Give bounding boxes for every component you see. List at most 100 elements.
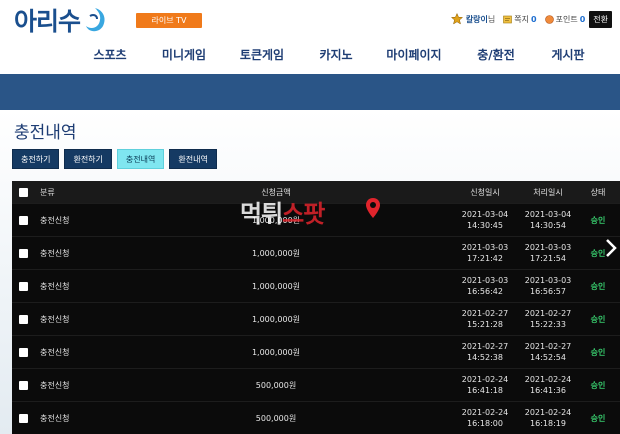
- row-amount: 1,000,000원: [251, 249, 301, 258]
- table-row: 충전신청 1,000,000원 2021-02-27 14:52:38 2021-02-…: [12, 335, 620, 368]
- row-type: 충전신청: [40, 216, 70, 225]
- row-request-datetime: 2021-02-27 15:21:28: [462, 308, 509, 330]
- row-checkbox[interactable]: [19, 381, 28, 390]
- star-icon: [450, 13, 463, 25]
- row-status: 승인: [590, 216, 606, 225]
- row-type: 충전신청: [40, 348, 70, 357]
- row-request-date: 2021-02-27: [461, 342, 509, 351]
- nickname-text: 칼랑이: [465, 14, 488, 24]
- row-checkbox[interactable]: [19, 282, 28, 291]
- top-banner: [0, 74, 620, 110]
- nav-token-game[interactable]: 토큰게임: [240, 46, 284, 63]
- select-all-checkbox[interactable]: [19, 188, 28, 197]
- points-link[interactable]: 포인트 0: [544, 14, 585, 25]
- row-amount: 1,000,000원: [251, 348, 301, 357]
- row-type: 충전신청: [40, 381, 70, 390]
- row-type: 충전신청: [40, 315, 70, 324]
- row-amount: 1,000,000원: [251, 216, 301, 225]
- row-type: 충전신청: [40, 414, 70, 423]
- user-nickname[interactable]: 칼랑이 님: [450, 13, 496, 25]
- page-title: 충전내역: [14, 123, 77, 143]
- table-row: 충전신청 1,000,000원 2021-03-04 14:30:45 2021-03-…: [12, 203, 620, 236]
- nav-minigame[interactable]: 미니게임: [162, 46, 206, 63]
- row-request-date: 2021-02-24: [461, 408, 509, 417]
- row-process-time: 16:41:36: [530, 386, 566, 395]
- site-header: 아리수 라이브 TV 칼랑이 님 쪽지 0 포인트 0 전환 스포츠 미니게임 토큰게…: [0, 0, 620, 74]
- location-pin-icon: [366, 198, 380, 218]
- row-status: 승인: [590, 414, 606, 423]
- notes-link[interactable]: 쪽지 0: [503, 14, 537, 25]
- row-process-time: 17:21:54: [530, 254, 566, 263]
- row-process-time: 14:52:54: [530, 353, 566, 362]
- row-process-date: 2021-03-04: [524, 210, 572, 219]
- row-process-datetime: 2021-03-03 17:21:54: [525, 242, 572, 264]
- table-row: 충전신청 1,000,000원 2021-02-27 15:21:28 2021-02-…: [12, 302, 620, 335]
- notes-count: 0: [531, 14, 537, 24]
- header-status: 상태: [590, 188, 606, 197]
- convert-points-button[interactable]: 전환: [589, 10, 612, 28]
- coin-icon: [544, 14, 554, 24]
- row-request-time: 16:41:18: [467, 386, 503, 395]
- row-process-date: 2021-03-03: [524, 276, 572, 285]
- table-header: 분류 신청금액 신청일시 처리일시 상태: [12, 181, 620, 203]
- chevron-right-icon[interactable]: [604, 238, 618, 258]
- row-amount: 500,000원: [255, 414, 297, 423]
- row-process-date: 2021-02-27: [524, 342, 572, 351]
- row-process-time: 16:18:19: [530, 419, 566, 428]
- row-process-datetime: 2021-02-24 16:41:36: [525, 374, 572, 396]
- tab-bar: 충전하기 환전하기 충전내역 환전내역: [12, 149, 222, 169]
- row-process-datetime: 2021-03-04 14:30:54: [525, 209, 572, 231]
- nav-mypage[interactable]: 마이페이지: [386, 46, 441, 63]
- main-nav: 스포츠 미니게임 토큰게임 카지노 마이페이지 충/환전 게시판: [0, 42, 620, 70]
- row-status: 승인: [590, 282, 606, 291]
- nav-sports[interactable]: 스포츠: [93, 46, 126, 63]
- live-tv-button[interactable]: 라이브 TV: [136, 13, 202, 28]
- row-process-date: 2021-02-24: [524, 375, 572, 384]
- points-label: 포인트: [555, 14, 578, 24]
- logo-text: 아리수: [14, 7, 81, 36]
- note-icon: [503, 15, 513, 23]
- header-process-date: 처리일시: [533, 188, 563, 197]
- row-type: 충전신청: [40, 249, 70, 258]
- row-request-time: 15:21:28: [467, 320, 503, 329]
- tab-deposit[interactable]: 충전하기: [12, 149, 60, 169]
- table-row: 충전신청 500,000원 2021-02-24 16:18:00 2021-02-24…: [12, 401, 620, 434]
- row-request-date: 2021-02-24: [461, 375, 509, 384]
- tab-withdraw[interactable]: 환전하기: [64, 149, 112, 169]
- row-amount: 1,000,000원: [251, 315, 301, 324]
- row-type: 충전신청: [40, 282, 70, 291]
- row-checkbox[interactable]: [19, 249, 28, 258]
- row-status: 승인: [590, 315, 606, 324]
- nickname-suffix: 님: [487, 14, 496, 24]
- header-amount: 신청금액: [261, 188, 291, 197]
- row-request-date: 2021-03-04: [461, 210, 509, 219]
- header-type: 분류: [40, 188, 55, 197]
- table-row: 충전신청 1,000,000원 2021-03-03 16:56:42 2021-03-…: [12, 269, 620, 302]
- row-checkbox[interactable]: [19, 216, 28, 225]
- row-process-time: 14:30:54: [530, 221, 566, 230]
- row-process-time: 15:22:33: [530, 320, 566, 329]
- row-request-date: 2021-03-03: [461, 243, 509, 252]
- nav-casino[interactable]: 카지노: [319, 46, 352, 63]
- row-process-datetime: 2021-02-24 16:18:19: [525, 407, 572, 429]
- row-process-date: 2021-03-03: [524, 243, 572, 252]
- row-checkbox[interactable]: [19, 315, 28, 324]
- row-request-date: 2021-02-27: [461, 309, 509, 318]
- table-row: 충전신청 1,000,000원 2021-03-03 17:21:42 2021-03-…: [12, 236, 620, 269]
- row-request-time: 16:18:00: [467, 419, 503, 428]
- row-request-datetime: 2021-03-04 14:30:45: [462, 209, 509, 231]
- nav-deposit-withdraw[interactable]: 충/환전: [477, 46, 515, 63]
- row-process-datetime: 2021-03-03 16:56:57: [525, 275, 572, 297]
- row-checkbox[interactable]: [19, 348, 28, 357]
- row-request-datetime: 2021-02-27 14:52:38: [462, 341, 509, 363]
- row-checkbox[interactable]: [19, 414, 28, 423]
- row-request-datetime: 2021-03-03 17:21:42: [462, 242, 509, 264]
- table-row: 충전신청 500,000원 2021-02-24 16:41:18 2021-02-24…: [12, 368, 620, 401]
- nav-board[interactable]: 게시판: [551, 46, 584, 63]
- row-request-datetime: 2021-02-24 16:18:00: [462, 407, 509, 429]
- notes-label: 쪽지: [514, 14, 530, 24]
- tab-withdraw-history[interactable]: 환전내역: [169, 149, 217, 169]
- row-request-time: 17:21:42: [467, 254, 503, 263]
- site-logo[interactable]: 아리수: [14, 4, 109, 36]
- tab-deposit-history[interactable]: 충전내역: [116, 149, 165, 169]
